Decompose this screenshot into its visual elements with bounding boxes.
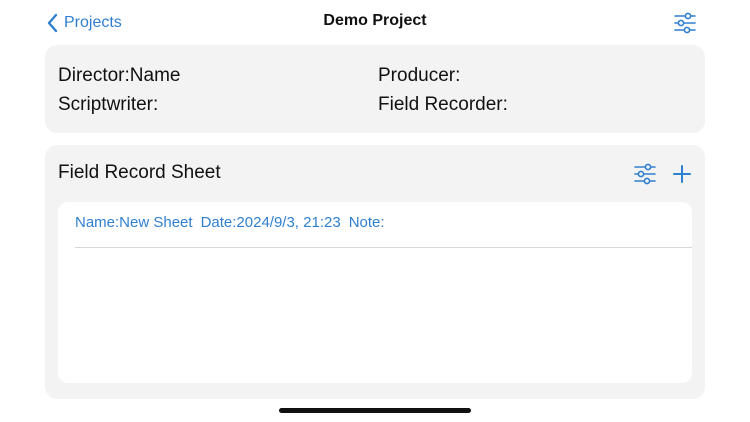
plus-icon [673, 165, 691, 183]
sheet-filter-button[interactable] [633, 162, 657, 186]
scriptwriter-field[interactable]: Scriptwriter: [58, 94, 158, 116]
list-item[interactable]: Name:New Sheet Date:2024/9/3, 21:23 Note: [75, 214, 692, 248]
project-settings-button[interactable] [672, 11, 698, 35]
field-recorder-field[interactable]: Field Recorder: [378, 94, 508, 116]
director-field[interactable]: Director:Name [58, 65, 180, 87]
section-title: Field Record Sheet [58, 162, 221, 183]
project-info-card: Director:Name Producer: Scriptwriter: Fi… [45, 45, 705, 133]
field-record-card: Field Record Sheet Name:New Sheet Date:20 [45, 145, 705, 399]
sliders-icon [674, 12, 696, 34]
page-title: Demo Project [323, 12, 427, 29]
sliders-icon [634, 163, 656, 185]
sheet-note: Note: [348, 214, 385, 231]
home-indicator[interactable] [279, 408, 471, 413]
producer-field[interactable]: Producer: [378, 65, 460, 87]
sheet-name: Name:New Sheet [75, 214, 193, 231]
add-sheet-button[interactable] [670, 162, 694, 186]
navigation-bar: Projects Demo Project [0, 0, 750, 45]
sheet-list: Name:New Sheet Date:2024/9/3, 21:23 Note: [58, 202, 692, 383]
sheet-date: Date:2024/9/3, 21:23 [200, 214, 341, 231]
